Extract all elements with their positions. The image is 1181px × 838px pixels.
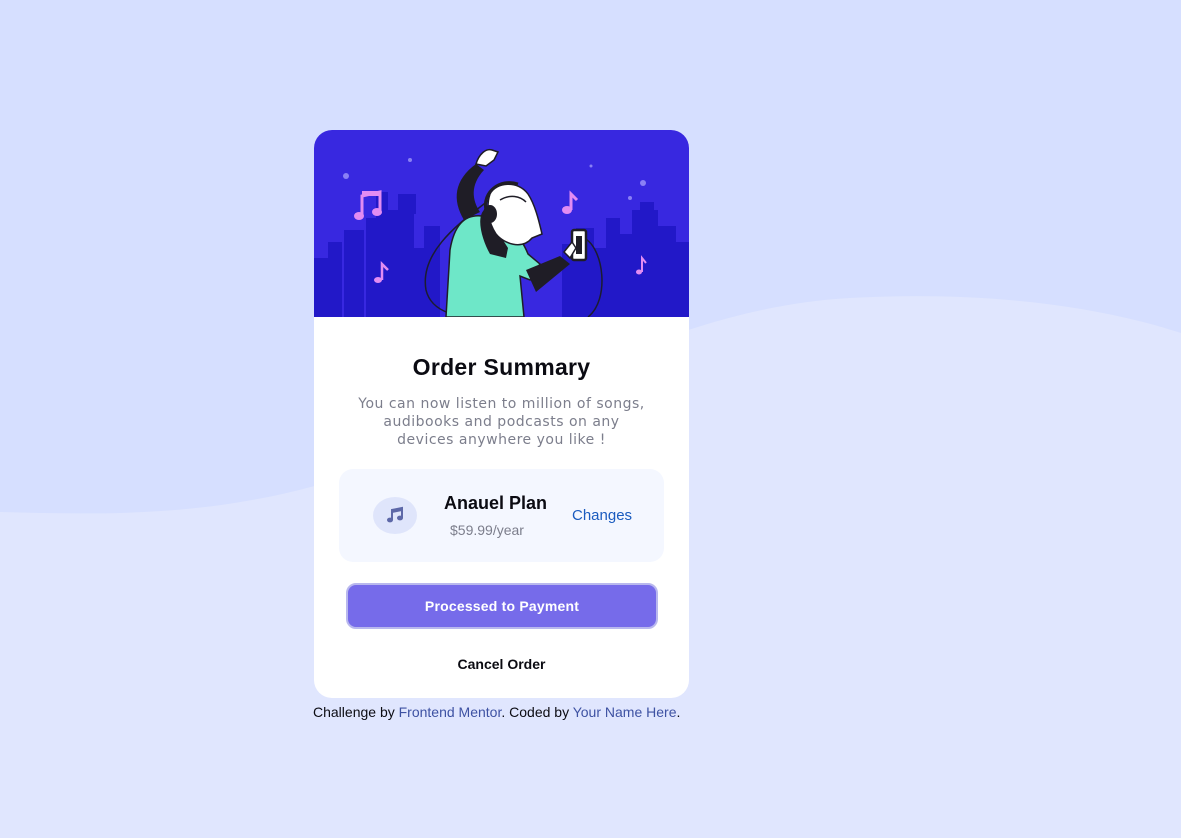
author-link[interactable]: Your Name Here [573, 704, 677, 720]
order-summary-card: Order Summary You can now listen to mill… [314, 130, 689, 698]
plan-price: $59.99/year [450, 522, 524, 538]
plan-name: Anauel Plan [444, 493, 548, 513]
plan-summary: Anauel Plan $59.99/year Changes [339, 469, 664, 562]
hero-illustration [314, 130, 689, 317]
proceed-to-payment-button[interactable]: Processed to Payment [346, 583, 658, 629]
frontend-mentor-link[interactable]: Frontend Mentor [399, 704, 502, 720]
music-note-icon [373, 497, 417, 534]
attribution-prefix: Challenge by [313, 704, 395, 720]
cancel-order-button[interactable]: Cancel Order [314, 656, 689, 672]
attribution: Challenge by Frontend Mentor. Coded by Y… [313, 704, 680, 720]
attribution-suffix: . [676, 704, 681, 720]
card-description: You can now listen to million of songs, … [358, 396, 645, 448]
change-plan-link[interactable]: Changes [572, 507, 632, 524]
attribution-middle: . Coded by [501, 704, 570, 720]
card-title: Order Summary [412, 354, 591, 380]
